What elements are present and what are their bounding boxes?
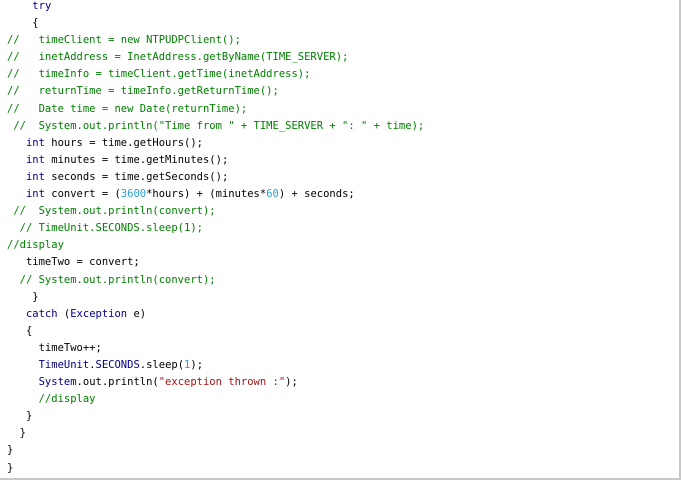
plain-token: { — [7, 324, 33, 337]
code-line[interactable]: // System.out.println(convert); — [7, 272, 424, 289]
plain-token: *hours) + (minutes* — [146, 188, 267, 201]
plain-token: timeTwo = convert; — [7, 256, 140, 269]
keyword-token: catch — [25, 307, 58, 320]
plain-token: } — [7, 461, 14, 474]
code-line[interactable]: int minutes = time.getMinutes(); — [7, 152, 424, 169]
code-line[interactable]: //display — [7, 391, 424, 408]
number-token: 3600 — [120, 188, 147, 201]
comment-token: //display — [7, 393, 96, 406]
code-line[interactable]: System.out.println("exception thrown :")… — [7, 374, 424, 391]
comment-token: // System.out.println("Time from " + TIM… — [7, 119, 425, 132]
code-line[interactable]: TimeUnit.SECONDS.sleep(1); — [7, 357, 424, 374]
keyword-token: SECONDS — [95, 358, 140, 371]
keyword-token: System — [38, 376, 77, 389]
comment-token: // TimeUnit.SECONDS.sleep(1); — [7, 222, 203, 235]
code-line[interactable]: } — [7, 460, 424, 477]
keyword-token: Exception — [70, 307, 128, 320]
code-line[interactable]: // timeClient = new NTPUDPClient(); — [7, 32, 424, 49]
plain-token: e) — [127, 307, 147, 320]
keyword-token: int — [25, 136, 45, 149]
number-token: 60 — [266, 188, 279, 201]
code-line[interactable]: // inetAddress = InetAddress.getByName(T… — [7, 49, 424, 66]
code-line[interactable]: timeTwo++; — [7, 340, 424, 357]
code-line[interactable]: timeTwo = convert; — [7, 254, 424, 271]
code-line[interactable]: } — [7, 442, 424, 459]
comment-token: // System.out.println(convert); — [7, 205, 216, 218]
code-line[interactable]: // System.out.println(convert); — [7, 203, 424, 220]
plain-token: timeTwo++; — [7, 341, 102, 354]
string-token: "exception thrown :" — [158, 376, 286, 389]
plain-token: minutes = time.getMinutes(); — [44, 153, 229, 166]
code-content[interactable]: try { // timeClient = new NTPUDPClient();… — [7, 0, 424, 477]
code-line[interactable]: catch (Exception e) — [7, 306, 424, 323]
plain-token: ); — [190, 358, 204, 371]
keyword-token: int — [25, 153, 45, 166]
code-line[interactable]: try — [7, 0, 424, 15]
comment-token: // inetAddress = InetAddress.getByName(T… — [7, 51, 349, 64]
plain-token: ); — [285, 376, 298, 389]
plain-token: hours = time.getHours(); — [44, 136, 203, 149]
plain-token: } — [7, 290, 39, 303]
plain-token: .sleep( — [139, 358, 185, 371]
plain-token: convert = ( — [44, 188, 121, 201]
code-line[interactable]: // Date time = new Date(returnTime); — [7, 101, 424, 118]
comment-token: // timeClient = new NTPUDPClient(); — [7, 34, 241, 47]
plain-token: } — [7, 427, 26, 440]
plain-token: seconds = time.getSeconds(); — [44, 170, 229, 183]
code-line[interactable]: int convert = (3600*hours) + (minutes*60… — [7, 186, 424, 203]
code-line[interactable]: int hours = time.getHours(); — [7, 135, 424, 152]
plain-token: .out.println( — [76, 376, 159, 389]
code-line[interactable]: { — [7, 323, 424, 340]
code-line[interactable]: // TimeUnit.SECONDS.sleep(1); — [7, 220, 424, 237]
keyword-token: TimeUnit — [38, 358, 90, 371]
code-line[interactable]: } — [7, 289, 424, 306]
comment-token: //display — [7, 239, 64, 252]
code-line[interactable]: // timeInfo = timeClient.getTime(inetAdd… — [7, 66, 424, 83]
code-line[interactable]: } — [7, 408, 424, 425]
code-line[interactable]: } — [7, 425, 424, 442]
plain-token: ( — [57, 307, 71, 320]
code-line[interactable]: int seconds = time.getSeconds(); — [7, 169, 424, 186]
comment-token: // System.out.println(convert); — [7, 273, 216, 286]
keyword-token: int — [25, 170, 45, 183]
comment-token: // returnTime = timeInfo.getReturnTime()… — [7, 85, 279, 98]
keyword-token: int — [25, 188, 45, 201]
keyword-token: try — [32, 0, 52, 12]
code-line[interactable]: // System.out.println("Time from " + TIM… — [7, 118, 424, 135]
code-line[interactable]: // returnTime = timeInfo.getReturnTime()… — [7, 83, 424, 100]
code-line[interactable]: { — [7, 15, 424, 32]
plain-token: } — [7, 410, 33, 423]
code-editor[interactable]: try { // timeClient = new NTPUDPClient();… — [0, 0, 681, 480]
plain-token: ) + seconds; — [278, 188, 355, 201]
comment-token: // Date time = new Date(returnTime); — [7, 102, 248, 115]
comment-token: // timeInfo = timeClient.getTime(inetAdd… — [7, 68, 311, 81]
plain-token: } — [7, 444, 14, 457]
plain-token: { — [7, 17, 39, 30]
code-line[interactable]: //display — [7, 237, 424, 254]
